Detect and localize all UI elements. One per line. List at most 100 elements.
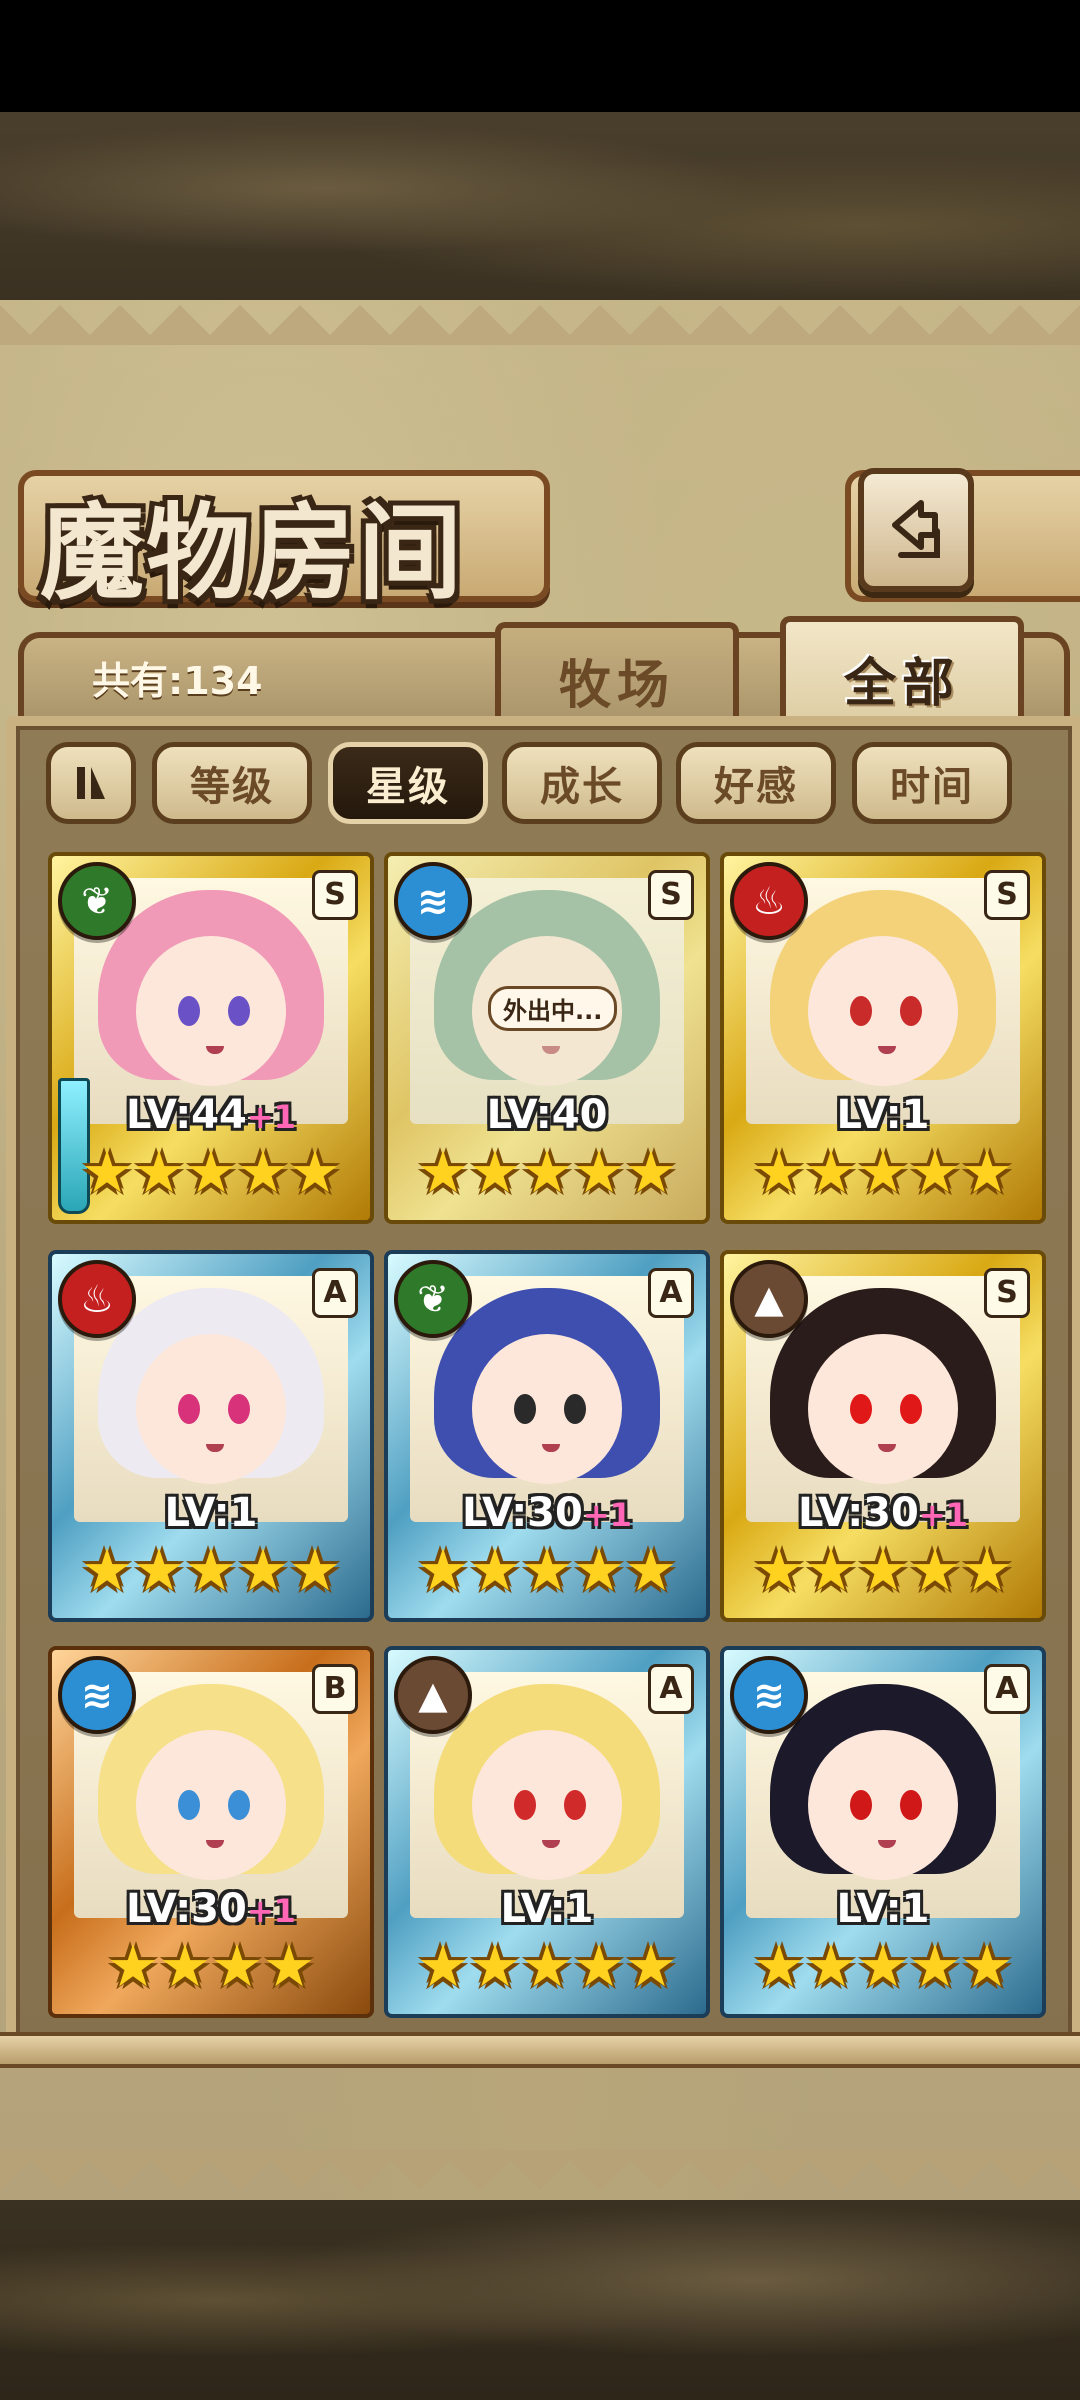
star-rating: ★★★★ (107, 1932, 315, 2000)
page-title: 魔物房间 (40, 491, 465, 614)
level-label: LV:30+1 (388, 1490, 706, 1536)
level-label: LV:1 (724, 1092, 1042, 1138)
monster-card[interactable]: ♨ A LV:1 ★★★★★ (48, 1250, 374, 1622)
water-wave-icon: ≋ (394, 862, 472, 940)
monster-eye (228, 996, 250, 1026)
back-button[interactable] (858, 468, 974, 592)
grade-badge: S (984, 1268, 1030, 1318)
level-text: LV:40 (486, 1092, 608, 1138)
monster-card[interactable]: ≋ A LV:1 ★★★★★ (720, 1646, 1046, 2018)
monster-card[interactable]: ▲ A LV:1 ★★★★★ (384, 1646, 710, 2018)
monster-face (136, 936, 286, 1086)
star-rating: ★★★★★ (753, 1138, 1013, 1206)
monster-card[interactable]: ❦ S LV:44+1 ★★★★★ (48, 852, 374, 1224)
level-text: LV:1 (500, 1886, 594, 1932)
monster-count: 共有:134 (92, 659, 263, 703)
water-wave-icon: ≋ (58, 1656, 136, 1734)
bonus-level: +1 (246, 1098, 296, 1136)
level-label: LV:40 (388, 1092, 706, 1138)
monster-eye (900, 996, 922, 1026)
monster-face (808, 1730, 958, 1880)
bonus-level: +1 (918, 1496, 968, 1534)
star-rating: ★★★★★ (81, 1138, 341, 1206)
level-label: LV:1 (52, 1490, 370, 1536)
water-wave-icon: ≋ (730, 1656, 808, 1734)
star-rating: ★★★★★ (417, 1138, 677, 1206)
monster-face (808, 1334, 958, 1484)
level-text: LV:44 (126, 1092, 247, 1138)
filter-star[interactable]: 星级 (328, 742, 488, 824)
filter-level[interactable]: 等级 (152, 742, 312, 824)
monster-face (136, 1334, 286, 1484)
return-arrow-icon (892, 500, 940, 558)
grade-badge: A (648, 1664, 694, 1714)
grade-badge: S (648, 870, 694, 920)
monster-eye (514, 1394, 536, 1424)
monster-eye (228, 1394, 250, 1424)
sort-toggle-icon (77, 767, 105, 799)
level-label: LV:1 (724, 1886, 1042, 1932)
monster-eye (850, 1394, 872, 1424)
mountain-icon: ▲ (730, 1260, 808, 1338)
monster-card[interactable]: ♨ S LV:1 ★★★★★ (720, 852, 1046, 1224)
monster-card[interactable]: ❦ A LV:30+1 ★★★★★ (384, 1250, 710, 1622)
monster-eye (514, 1790, 536, 1820)
monster-face (472, 1334, 622, 1484)
monster-eye (178, 996, 200, 1026)
star-rating: ★★★★★ (417, 1932, 677, 2000)
level-text: LV:1 (164, 1490, 258, 1536)
star-rating: ★★★★★ (81, 1536, 341, 1604)
level-text: LV:1 (836, 1886, 930, 1932)
monster-card[interactable]: ▲ S LV:30+1 ★★★★★ (720, 1250, 1046, 1622)
monster-eye (850, 1790, 872, 1820)
level-text: LV:30 (126, 1886, 247, 1932)
flame-icon: ♨ (58, 1260, 136, 1338)
filter-growth[interactable]: 成长 (502, 742, 662, 824)
star-rating: ★★★★★ (417, 1536, 677, 1604)
monster-card[interactable]: ≋ B LV:30+1 ★★★★ (48, 1646, 374, 2018)
zigzag-border-top (0, 305, 1080, 345)
mountain-icon: ▲ (394, 1656, 472, 1734)
map-background-bottom (0, 2200, 1080, 2400)
grade-badge: A (312, 1268, 358, 1318)
level-label: LV:30+1 (52, 1886, 370, 1932)
flame-icon: ♨ (730, 862, 808, 940)
zigzag-border-bottom (0, 2150, 1080, 2190)
grade-badge: S (312, 870, 358, 920)
monster-eye (228, 1790, 250, 1820)
grade-badge: S (984, 870, 1030, 920)
level-text: LV:30 (462, 1490, 583, 1536)
filter-affection[interactable]: 好感 (676, 742, 836, 824)
monster-face (808, 936, 958, 1086)
grade-badge: B (312, 1664, 358, 1714)
monster-eye (564, 1394, 586, 1424)
grade-badge: A (648, 1268, 694, 1318)
monster-eye (900, 1790, 922, 1820)
monster-face (136, 1730, 286, 1880)
level-text: LV:30 (798, 1490, 919, 1536)
away-status-badge: 外出中... (488, 986, 618, 1031)
panel-bottom-rail (0, 2032, 1080, 2068)
monster-eye (178, 1790, 200, 1820)
filter-time[interactable]: 时间 (852, 742, 1012, 824)
leaf-icon: ❦ (394, 1260, 472, 1338)
leaf-icon: ❦ (58, 862, 136, 940)
star-rating: ★★★★★ (753, 1932, 1013, 2000)
sort-order-button[interactable] (46, 742, 136, 824)
level-text: LV:1 (836, 1092, 930, 1138)
monster-eye (850, 996, 872, 1026)
level-label: LV:30+1 (724, 1490, 1042, 1536)
monster-eye (900, 1394, 922, 1424)
level-label: LV:1 (388, 1886, 706, 1932)
monster-face (472, 1730, 622, 1880)
bonus-level: +1 (582, 1496, 632, 1534)
bonus-level: +1 (246, 1892, 296, 1930)
monster-card[interactable]: 外出中... ≋ S LV:40 ★★★★★ (384, 852, 710, 1224)
level-label: LV:44+1 (52, 1092, 370, 1138)
monster-eye (178, 1394, 200, 1424)
status-bar (0, 0, 1080, 112)
grade-badge: A (984, 1664, 1030, 1714)
map-background-top (0, 112, 1080, 302)
monster-eye (564, 1790, 586, 1820)
star-rating: ★★★★★ (753, 1536, 1013, 1604)
